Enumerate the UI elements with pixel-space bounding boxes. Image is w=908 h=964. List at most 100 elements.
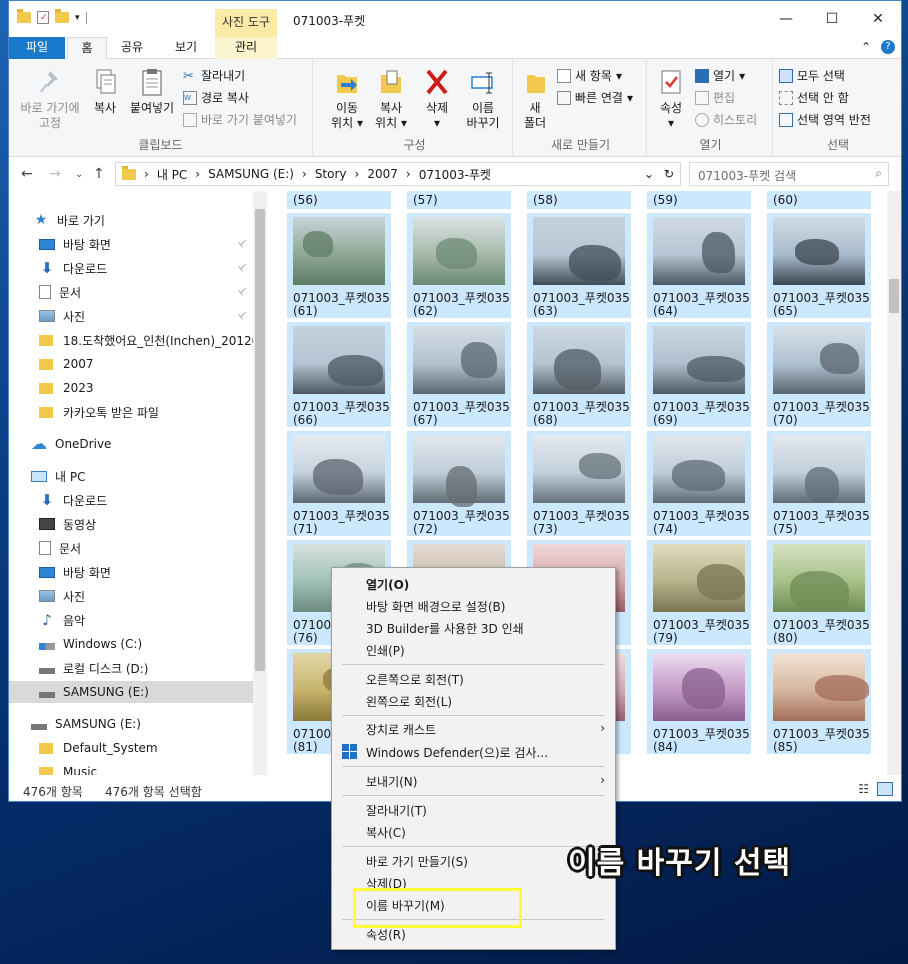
file-item[interactable]: 071003_푸켓035 (69) [647,322,751,427]
nav-pc-pictures[interactable]: 사진 [39,585,85,607]
breadcrumb-current[interactable]: 071003-푸켓 [419,166,491,183]
content-scrollbar-thumb[interactable] [889,279,899,313]
breadcrumb-story[interactable]: Story [315,167,347,181]
paste-button[interactable]: 붙여넣기 [127,67,177,116]
file-item[interactable]: 071003_푸켓035 (75) [767,431,871,536]
breadcrumb-2007[interactable]: 2007 [367,167,398,181]
nav-quick-pictures[interactable]: 사진 [39,305,85,327]
nav-folder-incheon[interactable]: 18.도착했어요_인천(Inchen)_20120 [39,329,259,351]
nav-quick-documents[interactable]: 문서 [39,281,81,303]
nav-folder-kakaotalk[interactable]: 카카오톡 받은 파일 [39,401,159,423]
menu-copy[interactable]: 복사(C) [366,824,406,841]
tab-manage[interactable]: 관리 [215,37,277,59]
menu-rotate-right[interactable]: 오른쪽으로 회전(T) [366,671,464,688]
file-item[interactable]: 071003_푸켓035 (61) [287,213,391,318]
menu-3d-print[interactable]: 3D Builder를 사용한 3D 인쇄 [366,620,524,637]
edit-button[interactable]: 편집 [695,89,735,106]
file-item[interactable]: 071003_푸켓035 (62) [407,213,511,318]
menu-defender-scan[interactable]: Windows Defender(으)로 검사... [366,744,548,761]
nav-onedrive[interactable]: ☁ OneDrive [31,433,111,455]
nav-pc-documents[interactable]: 문서 [39,537,81,559]
file-item[interactable]: 071003_푸켓035 (67) [407,322,511,427]
cut-button[interactable]: ✂ 잘라내기 [183,67,245,84]
copy-button[interactable]: 복사 [87,67,123,116]
tab-file[interactable]: 파일 [9,37,65,59]
file-item-partial[interactable]: (59) [647,191,751,209]
nav-scrollbar[interactable] [253,191,267,775]
nav-pc-desktop[interactable]: 바탕 화면 [39,561,111,583]
search-input[interactable]: 071003-푸켓 검색 ⌕ [689,162,889,186]
tab-home[interactable]: 홈 [67,37,107,60]
file-item[interactable]: 071003_푸켓035 (73) [527,431,631,536]
address-box[interactable]: › 내 PC › SAMSUNG (E:) › Story › 2007 › 0… [115,162,681,186]
file-item[interactable]: 071003_푸켓035 (71) [287,431,391,536]
file-item[interactable]: 071003_푸켓035 (72) [407,431,511,536]
open-button[interactable]: 열기 ▾ [695,67,745,84]
easy-access-button[interactable]: 빠른 연결 ▾ [557,89,633,106]
details-view-icon[interactable]: ☷ [858,782,869,796]
nav-samsung-drive[interactable]: SAMSUNG (E:) [31,713,141,735]
copy-path-button[interactable]: W 경로 복사 [183,89,249,106]
nav-pc-e-drive[interactable]: SAMSUNG (E:) [9,681,253,703]
file-item[interactable]: 071003_푸켓035 (70) [767,322,871,427]
menu-send-to[interactable]: 보내기(N) [366,773,417,790]
invert-selection-button[interactable]: 선택 영역 반전 [779,111,871,128]
recent-dropdown-icon[interactable]: ⌄ [75,169,83,180]
file-item-partial[interactable]: (60) [767,191,871,209]
menu-open[interactable]: 열기(O) [366,576,409,593]
menu-rotate-left[interactable]: 왼쪽으로 회전(L) [366,693,452,710]
paste-shortcut-button[interactable]: 바로 가기 붙여넣기 [183,111,297,128]
forward-arrow-icon[interactable]: → [49,166,61,182]
nav-pc-videos[interactable]: 동영상 [39,513,96,535]
nav-quick-access[interactable]: ★ 바로 가기 [33,209,105,231]
file-item-partial[interactable]: (57) [407,191,511,209]
address-dropdown-icon[interactable]: ⌄ [644,167,654,181]
nav-folder-2023[interactable]: 2023 [39,377,94,399]
properties-button[interactable]: 속성 ▾ [653,67,689,131]
rename-button[interactable]: 이름 바꾸기 [461,67,505,131]
menu-cut[interactable]: 잘라내기(T) [366,802,427,819]
nav-quick-downloads[interactable]: ⬇ 다운로드 [39,257,107,279]
maximize-icon[interactable]: ☐ [809,1,855,37]
up-arrow-icon[interactable]: ↑ [93,166,105,182]
content-scrollbar[interactable] [887,191,901,775]
delete-button[interactable]: 삭제 ▾ [419,67,455,131]
file-item[interactable]: 071003_푸켓035 (63) [527,213,631,318]
file-item[interactable]: 071003_푸켓035 (85) [767,649,871,754]
menu-properties[interactable]: 속성(R) [366,926,406,943]
thumbnail-view-icon[interactable] [877,782,893,796]
new-item-button[interactable]: 새 항목 ▾ [557,67,622,84]
nav-folder-music[interactable]: Music [39,761,97,775]
new-folder-button[interactable]: 새 폴더 [519,67,551,131]
file-item[interactable]: 071003_푸켓035 (84) [647,649,751,754]
breadcrumb-drive[interactable]: SAMSUNG (E:) [208,167,294,181]
tab-view[interactable]: 보기 [167,37,205,59]
nav-this-pc[interactable]: 내 PC [31,465,85,487]
back-arrow-icon[interactable]: ← [21,166,33,182]
tab-share[interactable]: 공유 [113,37,151,59]
nav-pc-d-drive[interactable]: 로컬 디스크 (D:) [39,657,148,679]
menu-cast-to-device[interactable]: 장치로 캐스트 [366,721,436,738]
file-item[interactable]: 071003_푸켓035 (79) [647,540,751,645]
file-item-partial[interactable]: (58) [527,191,631,209]
file-item[interactable]: 071003_푸켓035 (64) [647,213,751,318]
nav-folder-default-system[interactable]: Default_System [39,737,158,759]
refresh-icon[interactable]: ↻ [664,167,674,181]
help-icon[interactable]: ? [881,40,895,54]
menu-create-shortcut[interactable]: 바로 가기 만들기(S) [366,853,468,870]
history-button[interactable]: 히스토리 [695,111,757,128]
breadcrumb-this-pc[interactable]: 내 PC [157,166,187,183]
select-all-button[interactable]: 모두 선택 [779,67,845,84]
minimize-icon[interactable]: — [763,1,809,37]
copy-to-button[interactable]: 복사 위치 ▾ [369,67,413,131]
nav-pc-c-drive[interactable]: Windows (C:) [39,633,142,655]
nav-scrollbar-thumb[interactable] [255,209,265,671]
close-icon[interactable]: ✕ [855,1,901,37]
file-item[interactable]: 071003_푸켓035 (65) [767,213,871,318]
new-folder-icon[interactable] [55,9,69,23]
nav-pc-downloads[interactable]: ⬇ 다운로드 [39,489,107,511]
nav-folder-2007[interactable]: 2007 [39,353,94,375]
select-none-button[interactable]: 선택 안 함 [779,89,849,106]
file-item-partial[interactable]: (56) [287,191,391,209]
file-item[interactable]: 071003_푸켓035 (74) [647,431,751,536]
